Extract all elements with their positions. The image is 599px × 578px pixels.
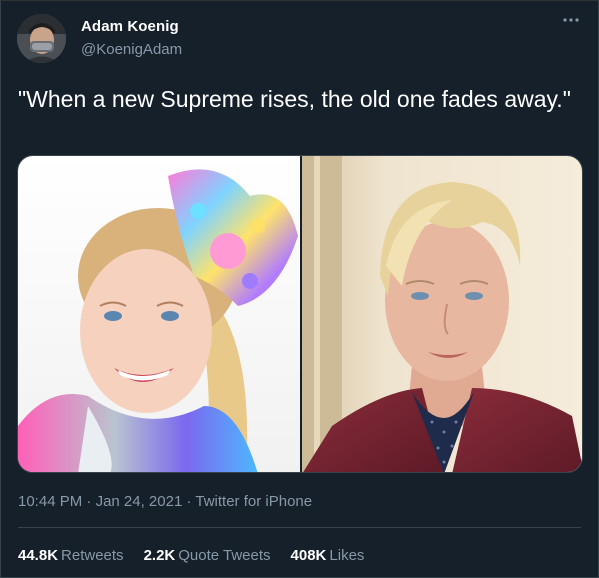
- quote-tweets-count: 2.2K: [143, 547, 176, 564]
- likes-count: 408K: [290, 547, 327, 564]
- meta-separator: ·: [182, 493, 196, 510]
- quote-tweets-label: Quote Tweets: [178, 547, 271, 564]
- more-horizontal-icon[interactable]: [562, 11, 580, 29]
- meta-separator: ·: [82, 493, 96, 510]
- media-photo-left[interactable]: [18, 156, 300, 472]
- tweet-meta: 10:44 PM · Jan 24, 2021 · Twitter for iP…: [18, 493, 312, 510]
- media-photo-right[interactable]: [302, 156, 582, 472]
- retweets-stat[interactable]: 44.8K Retweets: [18, 547, 124, 564]
- quote-tweets-stat[interactable]: 2.2K Quote Tweets: [144, 547, 271, 564]
- retweets-count: 44.8K: [18, 547, 59, 564]
- tweet-date[interactable]: Jan 24, 2021: [96, 493, 183, 510]
- tweet-card: Adam Koenig @KoenigAdam "When a new Supr…: [0, 0, 599, 578]
- likes-stat[interactable]: 408K Likes: [291, 547, 365, 564]
- tweet-text: "When a new Supreme rises, the old one f…: [18, 86, 571, 112]
- tweet-media[interactable]: [17, 155, 583, 473]
- divider: [18, 527, 581, 528]
- avatar-image: [17, 14, 66, 63]
- retweets-label: Retweets: [61, 547, 124, 564]
- tweet-source[interactable]: Twitter for iPhone: [195, 493, 312, 510]
- likes-label: Likes: [329, 547, 365, 564]
- author-handle[interactable]: @KoenigAdam: [81, 41, 182, 58]
- author-name[interactable]: Adam Koenig: [81, 18, 179, 35]
- tweet-stats: 44.8K Retweets 2.2K Quote Tweets 408K Likes: [18, 547, 364, 564]
- tweet-time[interactable]: 10:44 PM: [18, 493, 82, 510]
- avatar[interactable]: [17, 14, 66, 63]
